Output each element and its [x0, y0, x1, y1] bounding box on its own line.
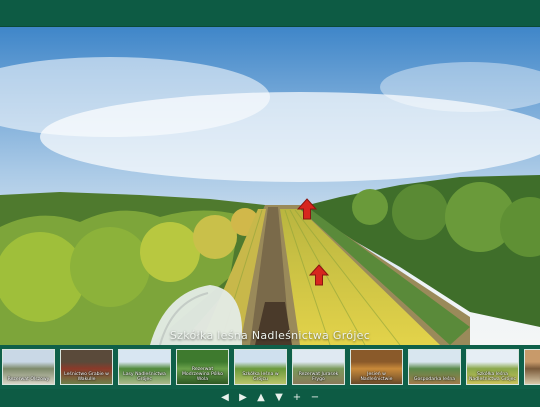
navigation-controls: ◀ ▶ ▲ ▼ + − — [0, 389, 540, 407]
up-arrow-icon — [297, 198, 317, 220]
thumbnail-label: Rezerwat Modrzewina Pólko Wola — [181, 367, 224, 382]
nav-arrow-near[interactable] — [309, 264, 329, 286]
thumbnail-label: Jesień w Nadleśnictwie — [360, 372, 393, 382]
plus-icon: + — [292, 392, 302, 403]
pan-right-button[interactable]: ▶ — [236, 391, 250, 405]
scene-thumbnail[interactable]: Wykaz... — [524, 349, 540, 385]
arrow-right-icon: ▶ — [239, 392, 247, 403]
scene-title: Szkółka leśna Nadleśnictwa Grójec — [169, 329, 371, 342]
scene-thumbnail[interactable]: Jesień w Nadleśnictwie — [350, 349, 403, 385]
scene-thumbnail[interactable]: Szkółka leśna Nadleśnictwa Grójec — [466, 349, 519, 385]
scene-thumbnail[interactable]: Rezerwat Jurasek Frygo — [292, 349, 345, 385]
thumbnail-label: Gospodarka leśna — [413, 377, 456, 382]
thumbnail-label: Leśnictwo Grabie w Wakulle — [64, 372, 109, 382]
arrow-up-icon: ▲ — [257, 392, 265, 403]
scene-thumbnail[interactable]: Lasy Nadleśnictwa Grójec — [118, 349, 171, 385]
nav-arrow-far[interactable] — [297, 198, 317, 220]
thumbnail-label: Wykaz... — [525, 377, 540, 382]
pan-up-button[interactable]: ▲ — [254, 391, 268, 405]
up-arrow-icon — [309, 264, 329, 286]
scene-thumbnail[interactable]: Gospodarka leśna — [408, 349, 461, 385]
thumbnail-label: Szkółka leśna w Grójcu — [242, 372, 279, 382]
zoom-out-button[interactable]: − — [308, 391, 322, 405]
thumbnail-label: Rezerwat Jurasek Frygo — [298, 372, 339, 382]
pan-down-button[interactable]: ▼ — [272, 391, 286, 405]
thumbnail-label: Lasy Nadleśnictwa Grójec — [123, 372, 166, 382]
thumbnail-label: Szkółka leśna Nadleśnictwa Grójec — [469, 372, 516, 382]
thumbnail-strip[interactable]: Rezerwat Olszowy Leśnictwo Grabie w Wakul… — [0, 345, 540, 389]
scene-thumbnail[interactable]: Leśnictwo Grabie w Wakulle — [60, 349, 113, 385]
top-bar — [0, 0, 540, 27]
minus-icon: − — [310, 392, 320, 403]
arrow-left-icon: ◀ — [221, 392, 229, 403]
thumbnail-label: Rezerwat Olszowy — [7, 377, 50, 382]
zoom-in-button[interactable]: + — [290, 391, 304, 405]
panorama-viewer[interactable]: Szkółka leśna Nadleśnictwa Grójec — [0, 27, 540, 345]
scene-thumbnail[interactable]: Szkółka leśna w Grójcu — [234, 349, 287, 385]
arrow-down-icon: ▼ — [275, 392, 283, 403]
panorama-image — [0, 27, 540, 345]
pan-left-button[interactable]: ◀ — [218, 391, 232, 405]
scene-thumbnail[interactable]: Rezerwat Olszowy — [2, 349, 55, 385]
scene-thumbnail[interactable]: Rezerwat Modrzewina Pólko Wola — [176, 349, 229, 385]
